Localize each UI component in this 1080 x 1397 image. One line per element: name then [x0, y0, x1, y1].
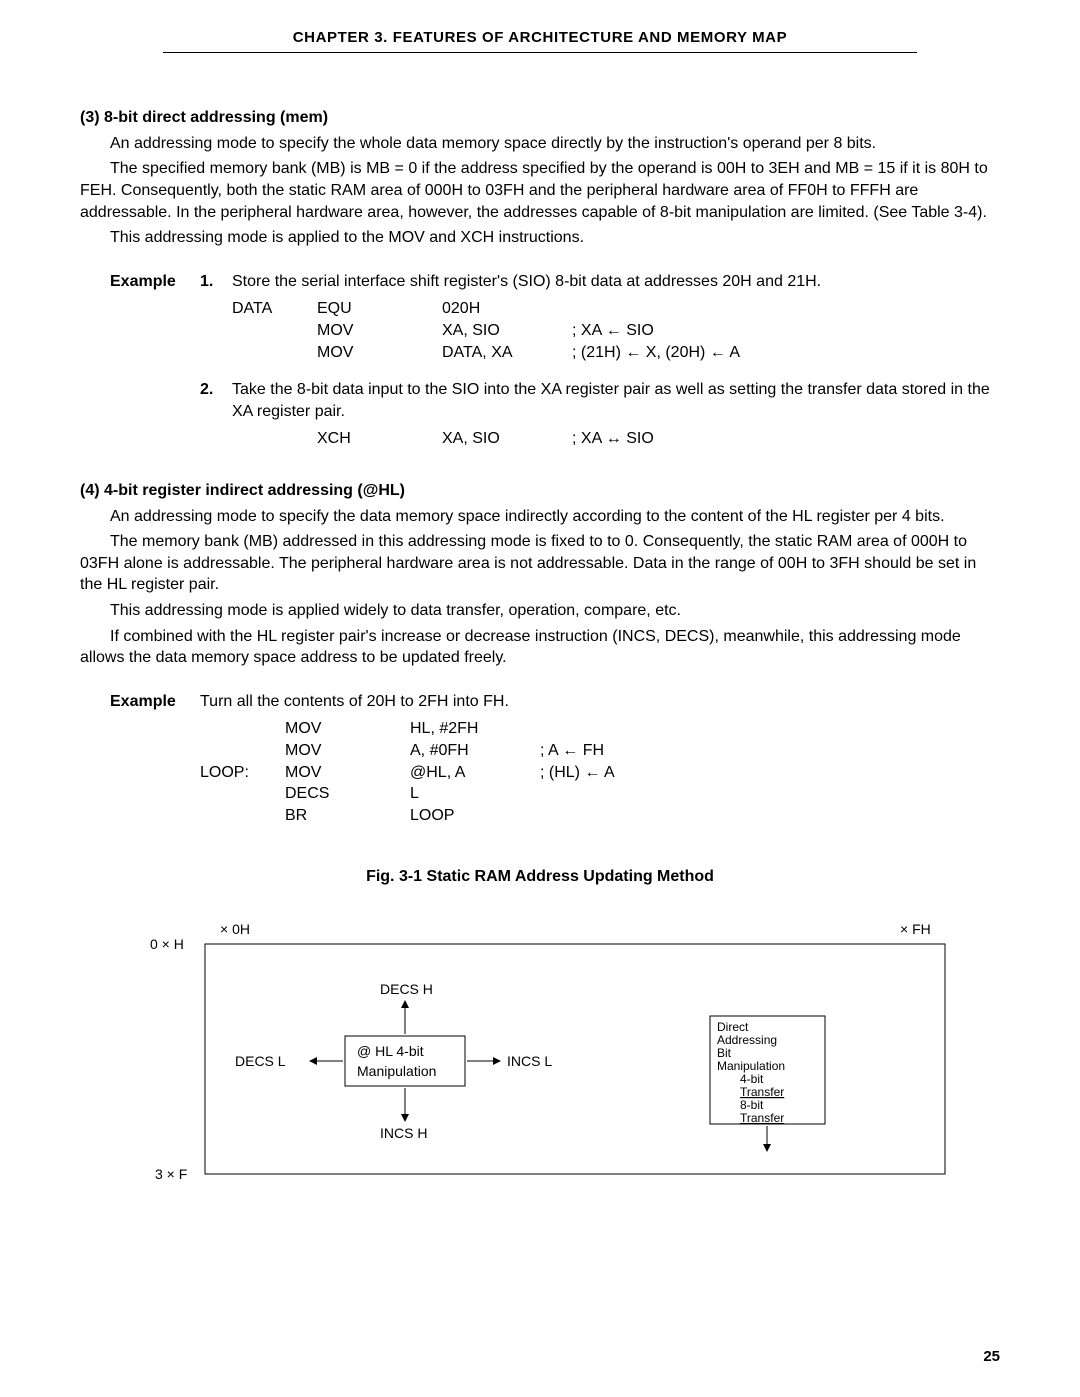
code-line: DECS L [200, 783, 1000, 805]
example-number: 1. [200, 271, 232, 293]
code-label: LOOP: [200, 762, 285, 784]
code-arg: 020H [442, 298, 572, 320]
sec4-paragraph-4: If combined with the HL register pair's … [80, 626, 1000, 669]
code-comment [540, 783, 1000, 805]
code-line: XCH XA, SIO ; XA ↔ SIO [232, 428, 1000, 450]
code-label [232, 320, 317, 342]
code-arg: DATA, XA [442, 342, 572, 364]
code-arg: HL, #2FH [410, 718, 540, 740]
code-op: MOV [285, 718, 410, 740]
code-op: MOV [317, 320, 442, 342]
figure-center-line-2: Manipulation [357, 1063, 436, 1079]
sec3-paragraph-3: This addressing mode is applied to the M… [110, 227, 1000, 249]
code-line: BR LOOP [200, 805, 1000, 827]
code-label [200, 740, 285, 762]
figure-label-top-right: × FH [900, 921, 931, 937]
example-4-text: Turn all the contents of 20H to 2FH into… [200, 691, 1000, 713]
code-line: LOOP: MOV @HL, A ; (HL) ← A [200, 762, 1000, 784]
code-op: BR [285, 805, 410, 827]
code-op: MOV [317, 342, 442, 364]
example-4-code: MOV HL, #2FH MOV A, #0FH ; A ← FH LOOP: … [200, 718, 1000, 826]
code-arg: @HL, A [410, 762, 540, 784]
figure-box-l4: Manipulation [717, 1059, 785, 1073]
example-label: Example [110, 271, 200, 293]
figure-title: Fig. 3-1 Static RAM Address Updating Met… [80, 866, 1000, 888]
figure-box-l5: 4-bit [740, 1072, 764, 1086]
figure-box-l6: Transfer [740, 1085, 784, 1099]
figure-box-l1: Direct [717, 1020, 749, 1034]
sec4-paragraph-1: An addressing mode to specify the data m… [110, 506, 1000, 528]
code-comment [540, 718, 1000, 740]
example-number: 2. [200, 379, 232, 422]
section-3-title: (3) 8-bit direct addressing (mem) [80, 107, 1000, 129]
code-line: MOV XA, SIO ; XA ← SIO [232, 320, 1000, 342]
code-arg: XA, SIO [442, 320, 572, 342]
figure-box-l8: Transfer [740, 1111, 784, 1125]
code-line: MOV A, #0FH ; A ← FH [200, 740, 1000, 762]
figure-label-row-top: 0 × H [150, 936, 184, 952]
code-op: EQU [317, 298, 442, 320]
chapter-header: CHAPTER 3. FEATURES OF ARCHITECTURE AND … [163, 28, 917, 53]
example-2-text: Take the 8-bit data input to the SIO int… [232, 379, 1000, 422]
figure-decs-l: DECS L [235, 1053, 286, 1069]
code-label: DATA [232, 298, 317, 320]
code-label [232, 428, 317, 450]
figure-box-l3: Bit [717, 1046, 732, 1060]
code-comment: ; A ← FH [540, 740, 1000, 762]
code-comment: ; XA ← SIO [572, 320, 1000, 342]
sec3-paragraph-2: The specified memory bank (MB) is MB = 0… [80, 158, 1000, 223]
figure-label-top-left: × 0H [220, 921, 250, 937]
example-2-code: XCH XA, SIO ; XA ↔ SIO [232, 428, 1000, 450]
figure-box-l2: Addressing [717, 1033, 777, 1047]
example-label-spacer [110, 379, 200, 422]
code-arg: A, #0FH [410, 740, 540, 762]
figure-box-l7: 8-bit [740, 1098, 764, 1112]
code-op: MOV [285, 762, 410, 784]
code-arg: XA, SIO [442, 428, 572, 450]
code-op: MOV [285, 740, 410, 762]
figure-incs-h: INCS H [380, 1125, 427, 1141]
code-arg: LOOP [410, 805, 540, 827]
code-label [200, 783, 285, 805]
section-4-title: (4) 4-bit register indirect addressing (… [80, 480, 1000, 502]
example-1-text: Store the serial interface shift registe… [232, 271, 1000, 293]
sec4-paragraph-2: The memory bank (MB) addressed in this a… [80, 531, 1000, 596]
code-arg: L [410, 783, 540, 805]
sec4-paragraph-3: This addressing mode is applied widely t… [110, 600, 1000, 622]
code-label [200, 805, 285, 827]
figure-decs-h: DECS H [380, 981, 433, 997]
figure-label-row-bottom: 3 × F [155, 1166, 187, 1182]
code-line: MOV HL, #2FH [200, 718, 1000, 740]
example-1-code: DATA EQU 020H MOV XA, SIO ; XA ← SIO MOV… [232, 298, 1000, 363]
page-number: 25 [983, 1347, 1000, 1367]
code-label [200, 718, 285, 740]
code-comment [540, 805, 1000, 827]
example-label: Example [110, 691, 200, 713]
code-comment: ; (21H) ← X, (20H) ← A [572, 342, 1000, 364]
figure-incs-l: INCS L [507, 1053, 552, 1069]
code-comment [572, 298, 1000, 320]
code-comment: ; (HL) ← A [540, 762, 1000, 784]
figure-center-line-1: @ HL 4-bit [357, 1043, 424, 1059]
code-op: DECS [285, 783, 410, 805]
code-line: MOV DATA, XA ; (21H) ← X, (20H) ← A [232, 342, 1000, 364]
code-label [232, 342, 317, 364]
figure-3-1-diagram: × 0H × FH 0 × H 3 × F @ HL 4-bit Manipul… [125, 916, 955, 1206]
code-line: DATA EQU 020H [232, 298, 1000, 320]
code-comment: ; XA ↔ SIO [572, 428, 1000, 450]
code-op: XCH [317, 428, 442, 450]
sec3-paragraph-1: An addressing mode to specify the whole … [110, 133, 1000, 155]
